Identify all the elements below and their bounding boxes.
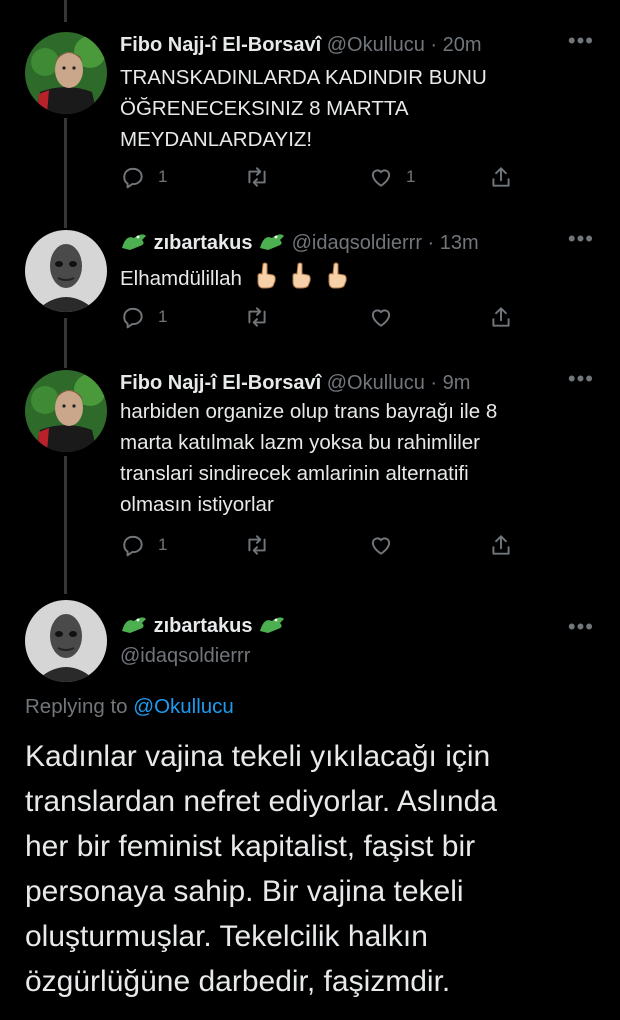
more-options-icon[interactable]: ••• (568, 226, 594, 252)
reply-count: 1 (158, 535, 168, 554)
like-count: 1 (406, 167, 416, 186)
avatar[interactable] (25, 230, 107, 312)
separator-dot: · (430, 34, 438, 56)
tweet-text-line: harbiden organize olup trans bayrağı ile… (120, 400, 498, 423)
more-options-icon[interactable]: ••• (568, 366, 594, 392)
tweet-text-line: marta katılmak lazm yoksa bu rahimliler (120, 431, 480, 454)
reply-button[interactable]: 1 (120, 532, 167, 558)
retweet-button[interactable] (244, 532, 270, 558)
handle[interactable]: @Okullucu (327, 372, 425, 394)
reply-icon (123, 307, 143, 329)
reply-icon (123, 167, 143, 189)
more-options-icon[interactable]: ••• (568, 28, 594, 54)
tweet-text-line: ÖĞRENECEKSINIZ 8 MARTTA (120, 97, 409, 120)
main-text-line: personaya sahip. Bir vajina tekeli (25, 875, 464, 908)
crocodile-emoji-icon (120, 613, 148, 642)
retweet-icon (248, 167, 266, 187)
crocodile-emoji-icon (120, 230, 148, 259)
tweet-text-line: TRANSKADINLARDA KADINDIR BUNU (120, 66, 487, 89)
main-text-line: her bir feminist kapitalist, faşist bir (25, 830, 476, 863)
handle[interactable]: @idaqsoldierrr (120, 643, 250, 669)
tweet-text-line: olmasın istiyorlar (120, 493, 274, 516)
crocodile-emoji-icon (258, 230, 286, 259)
tweet-text: TRANSKADINLARDA KADINDIR BUNU ÖĞRENECEKS… (120, 62, 487, 155)
avatar[interactable] (25, 370, 107, 452)
tweet-header: Fibo Najj-î El-Borsavî @Okullucu · 20m (120, 32, 560, 58)
heart-icon (371, 537, 391, 555)
retweet-button[interactable] (244, 164, 270, 190)
thread-line (64, 318, 67, 368)
share-button[interactable] (488, 304, 514, 330)
share-icon (492, 307, 510, 327)
retweet-icon (248, 307, 266, 327)
index-pointing-up-emoji-icon (325, 261, 349, 298)
main-text-line: özgürlüğüne darbedir, faşizmdir. (25, 965, 451, 998)
tweet-actions: 1 (120, 532, 620, 562)
replying-to-link[interactable]: @Okullucu (133, 695, 234, 718)
main-tweet-name-row: zıbartakus (120, 613, 286, 642)
retweet-button[interactable] (244, 304, 270, 330)
reply-button[interactable]: 1 (120, 304, 167, 330)
share-icon (492, 535, 510, 555)
thread-line (64, 0, 67, 22)
main-text-line: translardan nefret ediyorlar. Aslında (25, 785, 497, 818)
replying-to-label: Replying to (25, 695, 128, 718)
retweet-icon (248, 535, 266, 555)
display-name[interactable]: zıbartakus (154, 615, 253, 637)
avatar[interactable] (25, 600, 107, 682)
thread-line (64, 456, 67, 594)
tweet-text-line: translari sindirecek amlarinin alternati… (120, 462, 469, 485)
display-name[interactable]: Fibo Najj-î El-Borsavî (120, 34, 321, 56)
main-tweet-text: Kadınlar vajina tekeli yıkılacağı için t… (25, 734, 600, 1004)
main-text-line: Kadınlar vajina tekeli yıkılacağı için (25, 740, 491, 773)
share-button[interactable] (488, 164, 514, 190)
timestamp[interactable]: 9m (443, 372, 471, 394)
tweet-actions: 1 1 (120, 164, 620, 194)
tweet-actions: 1 (120, 304, 620, 334)
handle[interactable]: @Okullucu (327, 34, 425, 56)
tweet-text-line: MEYDANLARDAYIZ! (120, 128, 313, 151)
tweet-text-line: Elhamdülillah (120, 267, 242, 290)
separator-dot: · (427, 232, 435, 254)
crocodile-emoji-icon (258, 613, 286, 642)
like-button[interactable] (368, 304, 394, 330)
tweet-header: Fibo Najj-î El-Borsavî @Okullucu · 9m (120, 370, 560, 396)
avatar[interactable] (25, 32, 107, 114)
main-text-line: oluşturmuşlar. Tekelcilik halkın (25, 920, 428, 953)
share-icon (492, 167, 510, 187)
heart-icon (371, 169, 391, 187)
tweet-text: harbiden organize olup trans bayrağı ile… (120, 396, 497, 520)
tweet-text: Elhamdülillah (120, 261, 349, 298)
heart-icon (371, 309, 391, 327)
separator-dot: · (430, 372, 438, 394)
index-pointing-up-emoji-icon (289, 261, 313, 298)
reply-icon (123, 535, 143, 557)
like-button[interactable] (368, 532, 394, 558)
display-name[interactable]: Fibo Najj-î El-Borsavî (120, 372, 321, 394)
like-button[interactable]: 1 (368, 164, 415, 190)
tweet-header: zıbartakus @idaqsoldierrr · 13m (120, 230, 560, 259)
reply-button[interactable]: 1 (120, 164, 167, 190)
share-button[interactable] (488, 532, 514, 558)
timestamp[interactable]: 13m (440, 232, 479, 254)
more-options-icon[interactable]: ••• (568, 614, 594, 640)
display-name[interactable]: zıbartakus (154, 232, 253, 254)
reply-count: 1 (158, 307, 168, 326)
handle[interactable]: @idaqsoldierrr (292, 232, 422, 254)
timestamp[interactable]: 20m (443, 34, 482, 56)
replying-to: Replying to @Okullucu (25, 695, 234, 719)
reply-count: 1 (158, 167, 168, 186)
thread-line (64, 118, 67, 228)
index-pointing-up-emoji-icon (254, 261, 278, 298)
